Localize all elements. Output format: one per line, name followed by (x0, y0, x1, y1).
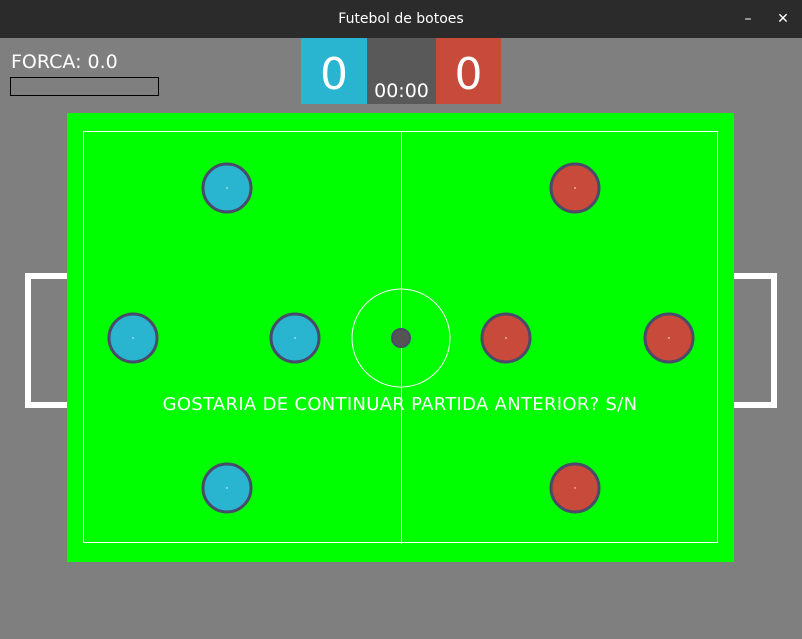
player-left-1[interactable] (201, 162, 253, 214)
minimize-button[interactable]: – (733, 0, 763, 38)
close-button[interactable]: ✕ (768, 0, 798, 38)
soccer-field[interactable] (1, 38, 801, 638)
window-title: Futebol de botoes (338, 11, 464, 27)
player-left-3[interactable] (269, 312, 321, 364)
player-left-4[interactable] (201, 462, 253, 514)
player-right-4[interactable] (549, 462, 601, 514)
continue-match-prompt: GOSTARIA DE CONTINUAR PARTIDA ANTERIOR? … (162, 394, 638, 415)
ball[interactable] (391, 328, 411, 348)
player-right-2[interactable] (480, 312, 532, 364)
player-right-1[interactable] (549, 162, 601, 214)
left-goal (25, 273, 67, 408)
title-bar: Futebol de botoes – ✕ (0, 0, 802, 38)
game-canvas[interactable]: FORCA: 0.0 0 00:00 0 GOSTARIA DE CONTINU… (1, 38, 801, 638)
right-goal (733, 273, 777, 408)
player-left-2[interactable] (107, 312, 159, 364)
player-right-3[interactable] (643, 312, 695, 364)
